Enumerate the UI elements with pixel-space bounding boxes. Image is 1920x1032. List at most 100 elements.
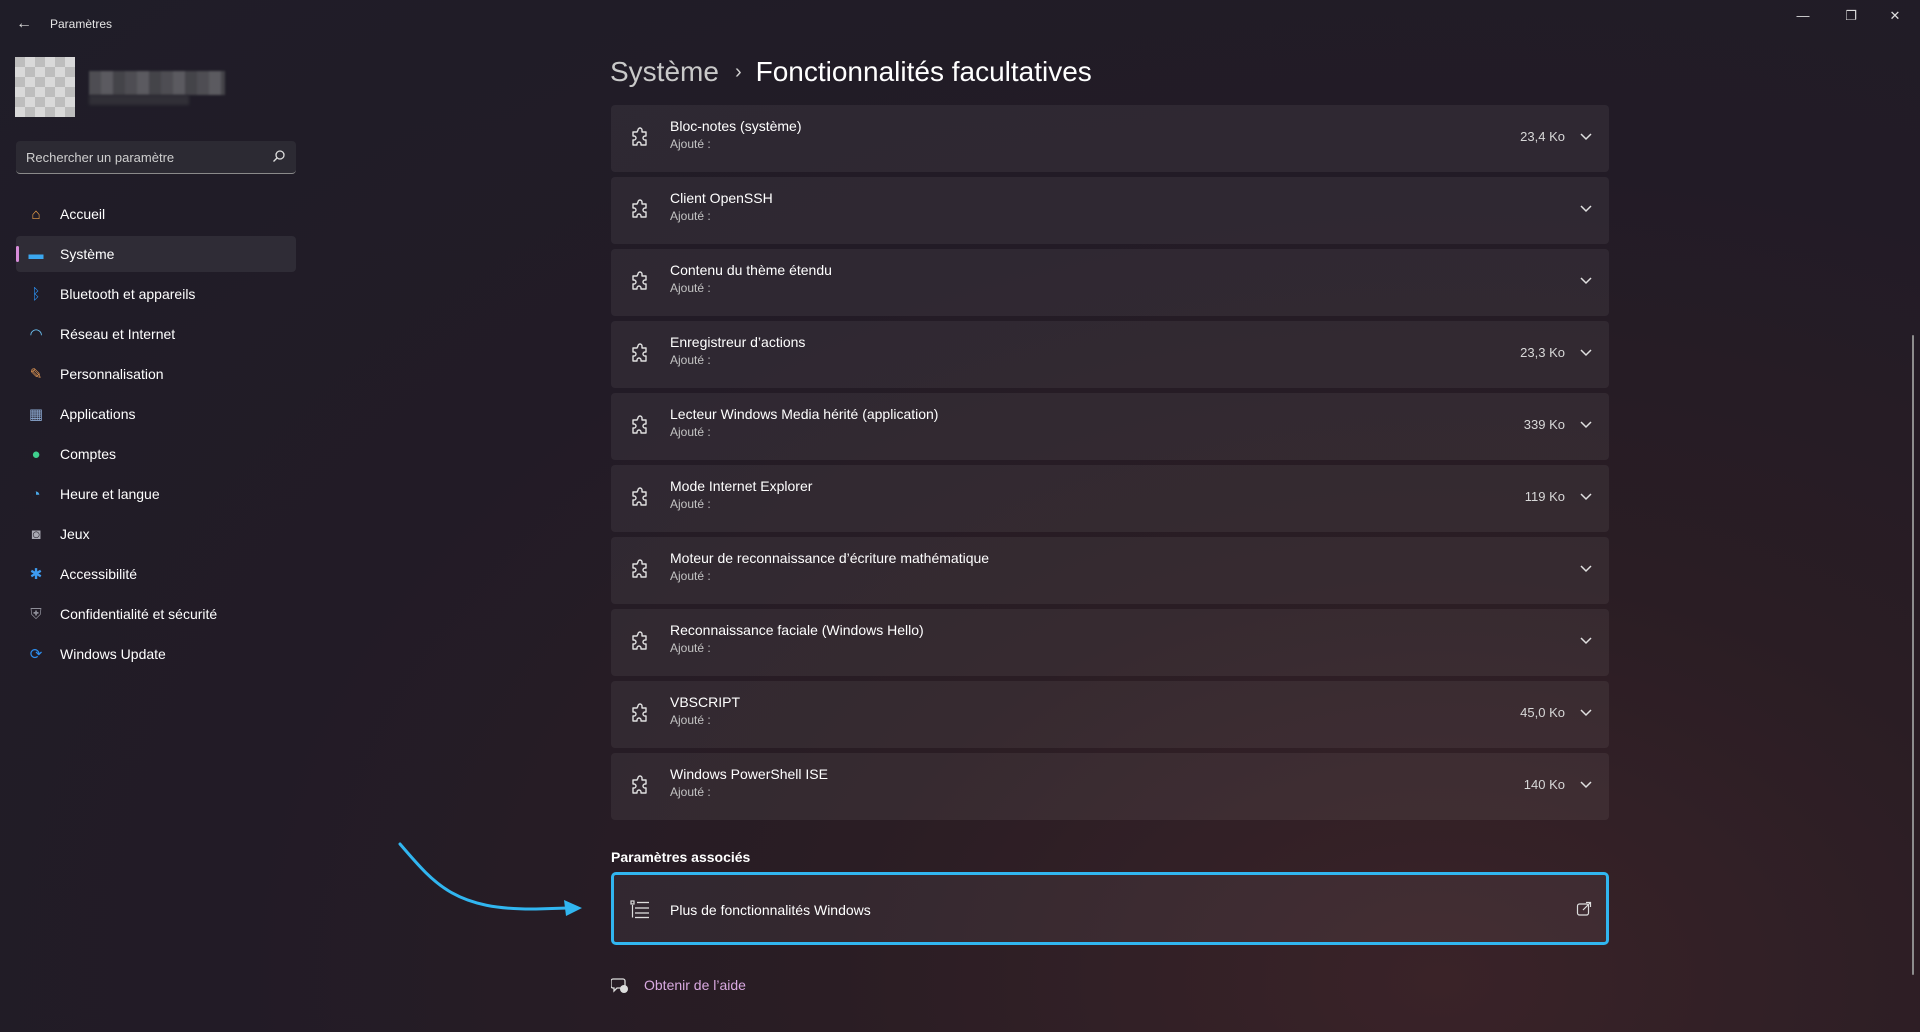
- user-name-redacted: [89, 71, 225, 95]
- feature-status: Ajouté :: [670, 353, 711, 367]
- sidebar-item-brush[interactable]: ✎ Personnalisation: [16, 356, 296, 392]
- feature-row[interactable]: Enregistreur d’actions Ajouté : 23,3 Ko: [611, 321, 1609, 388]
- sidebar-item-account[interactable]: ● Comptes: [16, 436, 296, 472]
- feature-status: Ajouté :: [670, 497, 711, 511]
- feature-size: 23,4 Ko: [1520, 129, 1565, 144]
- sidebar-item-bluetooth[interactable]: ᛒ Bluetooth et appareils: [16, 276, 296, 312]
- sidebar-item-label: Heure et langue: [60, 486, 160, 502]
- feature-name: Moteur de reconnaissance d’écriture math…: [670, 550, 990, 566]
- shield-icon: ⛨: [30, 605, 42, 623]
- sidebar-item-label: Windows Update: [60, 646, 166, 662]
- feature-status: Ajouté :: [670, 569, 711, 583]
- feature-row[interactable]: Moteur de reconnaissance d’écriture math…: [611, 537, 1609, 604]
- sidebar-item-update[interactable]: ⟳ Windows Update: [16, 636, 296, 672]
- sidebar-item-accessibility[interactable]: ✱ Accessibilité: [16, 556, 296, 592]
- sidebar-nav: ⌂ Accueil ▬ Système ᛒ Bluetooth et appareils ◠…: [16, 196, 296, 676]
- feature-name: Lecteur Windows Media hérité (applicatio…: [670, 406, 939, 422]
- chevron-down-icon[interactable]: [1577, 631, 1595, 649]
- feature-status: Ajouté :: [670, 641, 711, 655]
- page-title: Fonctionnalités facultatives: [755, 56, 1092, 87]
- feature-row[interactable]: Mode Internet Explorer Ajouté : 119 Ko: [611, 465, 1609, 532]
- update-icon: ⟳: [29, 646, 43, 663]
- back-arrow-icon[interactable]: ←: [14, 14, 34, 34]
- feature-row[interactable]: Bloc-notes (système) Ajouté : 23,4 Ko: [611, 105, 1609, 172]
- feature-size: 140 Ko: [1523, 777, 1565, 792]
- search-input[interactable]: [26, 148, 256, 166]
- chevron-down-icon[interactable]: [1577, 487, 1595, 505]
- puzzle-icon: [629, 343, 653, 367]
- chevron-down-icon[interactable]: [1577, 127, 1595, 145]
- feature-status: Ajouté :: [670, 785, 711, 799]
- related-settings-title: Paramètres associés: [611, 849, 751, 865]
- sidebar-item-globe-clock[interactable]: ◔ Heure et langue: [16, 476, 296, 512]
- feature-status: Ajouté :: [670, 209, 711, 223]
- search-icon[interactable]: [272, 149, 286, 163]
- feature-name: Windows PowerShell ISE: [670, 766, 828, 782]
- sidebar-item-label: Personnalisation: [60, 366, 164, 382]
- feature-status: Ajouté :: [670, 137, 711, 151]
- user-email-redacted: [89, 95, 189, 105]
- sidebar-item-label: Accessibilité: [60, 566, 138, 582]
- feature-row[interactable]: Reconnaissance faciale (Windows Hello) Aj…: [611, 609, 1609, 676]
- puzzle-icon: [629, 559, 653, 583]
- sidebar-item-monitor[interactable]: ▬ Système: [16, 236, 296, 272]
- sidebar-item-label: Système: [60, 246, 115, 262]
- home-icon: ⌂: [31, 205, 41, 223]
- get-help-link[interactable]: Obtenir de l’aide: [610, 976, 746, 994]
- feature-size: 119 Ko: [1524, 489, 1565, 504]
- feature-row[interactable]: Contenu du thème étendu Ajouté :: [611, 249, 1609, 316]
- puzzle-icon: [629, 199, 653, 223]
- sidebar-item-wifi[interactable]: ◠ Réseau et Internet: [16, 316, 296, 352]
- feature-row[interactable]: Client OpenSSH Ajouté :: [611, 177, 1609, 244]
- optional-features-list: Bloc-notes (système) Ajouté : 23,4 Ko Clien…: [611, 105, 1609, 825]
- chevron-down-icon[interactable]: [1577, 343, 1595, 361]
- chevron-down-icon[interactable]: [1577, 199, 1595, 217]
- chevron-down-icon[interactable]: [1577, 775, 1595, 793]
- feature-name: Reconnaissance faciale (Windows Hello): [670, 622, 924, 638]
- app-title: Paramètres: [50, 17, 113, 31]
- minimize-button[interactable]: —: [1780, 6, 1826, 26]
- feature-status: Ajouté :: [670, 425, 711, 439]
- close-button[interactable]: ✕: [1872, 6, 1918, 26]
- more-windows-features-link[interactable]: Plus de fonctionnalités Windows: [611, 872, 1609, 945]
- feature-name: Mode Internet Explorer: [670, 478, 813, 494]
- bluetooth-icon: ᛒ: [31, 285, 41, 303]
- chevron-down-icon[interactable]: [1577, 559, 1595, 577]
- feature-name: Enregistreur d’actions: [670, 334, 806, 350]
- feature-row[interactable]: Lecteur Windows Media hérité (applicatio…: [611, 393, 1609, 460]
- search-box[interactable]: [16, 141, 296, 174]
- gamepad-icon: ◙: [31, 525, 41, 543]
- sidebar-item-apps[interactable]: ▦ Applications: [16, 396, 296, 432]
- wifi-icon: ◠: [29, 326, 43, 343]
- puzzle-icon: [629, 775, 653, 799]
- annotation-arrow-icon: [398, 842, 582, 916]
- feature-status: Ajouté :: [670, 713, 711, 727]
- feature-name: Client OpenSSH: [670, 190, 773, 206]
- puzzle-icon: [629, 271, 653, 295]
- sidebar-item-label: Jeux: [60, 526, 90, 542]
- puzzle-icon: [629, 127, 653, 151]
- sidebar-item-gamepad[interactable]: ◙ Jeux: [16, 516, 296, 552]
- chevron-down-icon[interactable]: [1577, 703, 1595, 721]
- scrollbar[interactable]: [1912, 335, 1914, 975]
- feature-size: 45,0 Ko: [1520, 705, 1565, 720]
- feature-row[interactable]: VBSCRIPT Ajouté : 45,0 Ko: [611, 681, 1609, 748]
- puzzle-icon: [629, 631, 653, 655]
- feature-row[interactable]: Windows PowerShell ISE Ajouté : 140 Ko: [611, 753, 1609, 820]
- apps-icon: ▦: [28, 406, 44, 423]
- maximize-button[interactable]: ❐: [1828, 6, 1874, 26]
- brush-icon: ✎: [29, 366, 43, 383]
- sidebar-item-label: Bluetooth et appareils: [60, 286, 196, 302]
- puzzle-icon: [629, 703, 653, 727]
- chevron-down-icon[interactable]: [1577, 415, 1595, 433]
- list-icon: [630, 899, 650, 919]
- feature-size: 339 Ko: [1523, 417, 1565, 432]
- sidebar-item-label: Comptes: [60, 446, 117, 462]
- chevron-down-icon[interactable]: [1577, 271, 1595, 289]
- sidebar-item-shield[interactable]: ⛨ Confidentialité et sécurité: [16, 596, 296, 632]
- breadcrumb-parent[interactable]: Système: [610, 56, 719, 88]
- title-bar: ← Paramètres — ❐ ✕: [0, 0, 1920, 48]
- feature-name: Contenu du thème étendu: [670, 262, 832, 278]
- sidebar-item-home[interactable]: ⌂ Accueil: [16, 196, 296, 232]
- accessibility-icon: ✱: [29, 566, 43, 583]
